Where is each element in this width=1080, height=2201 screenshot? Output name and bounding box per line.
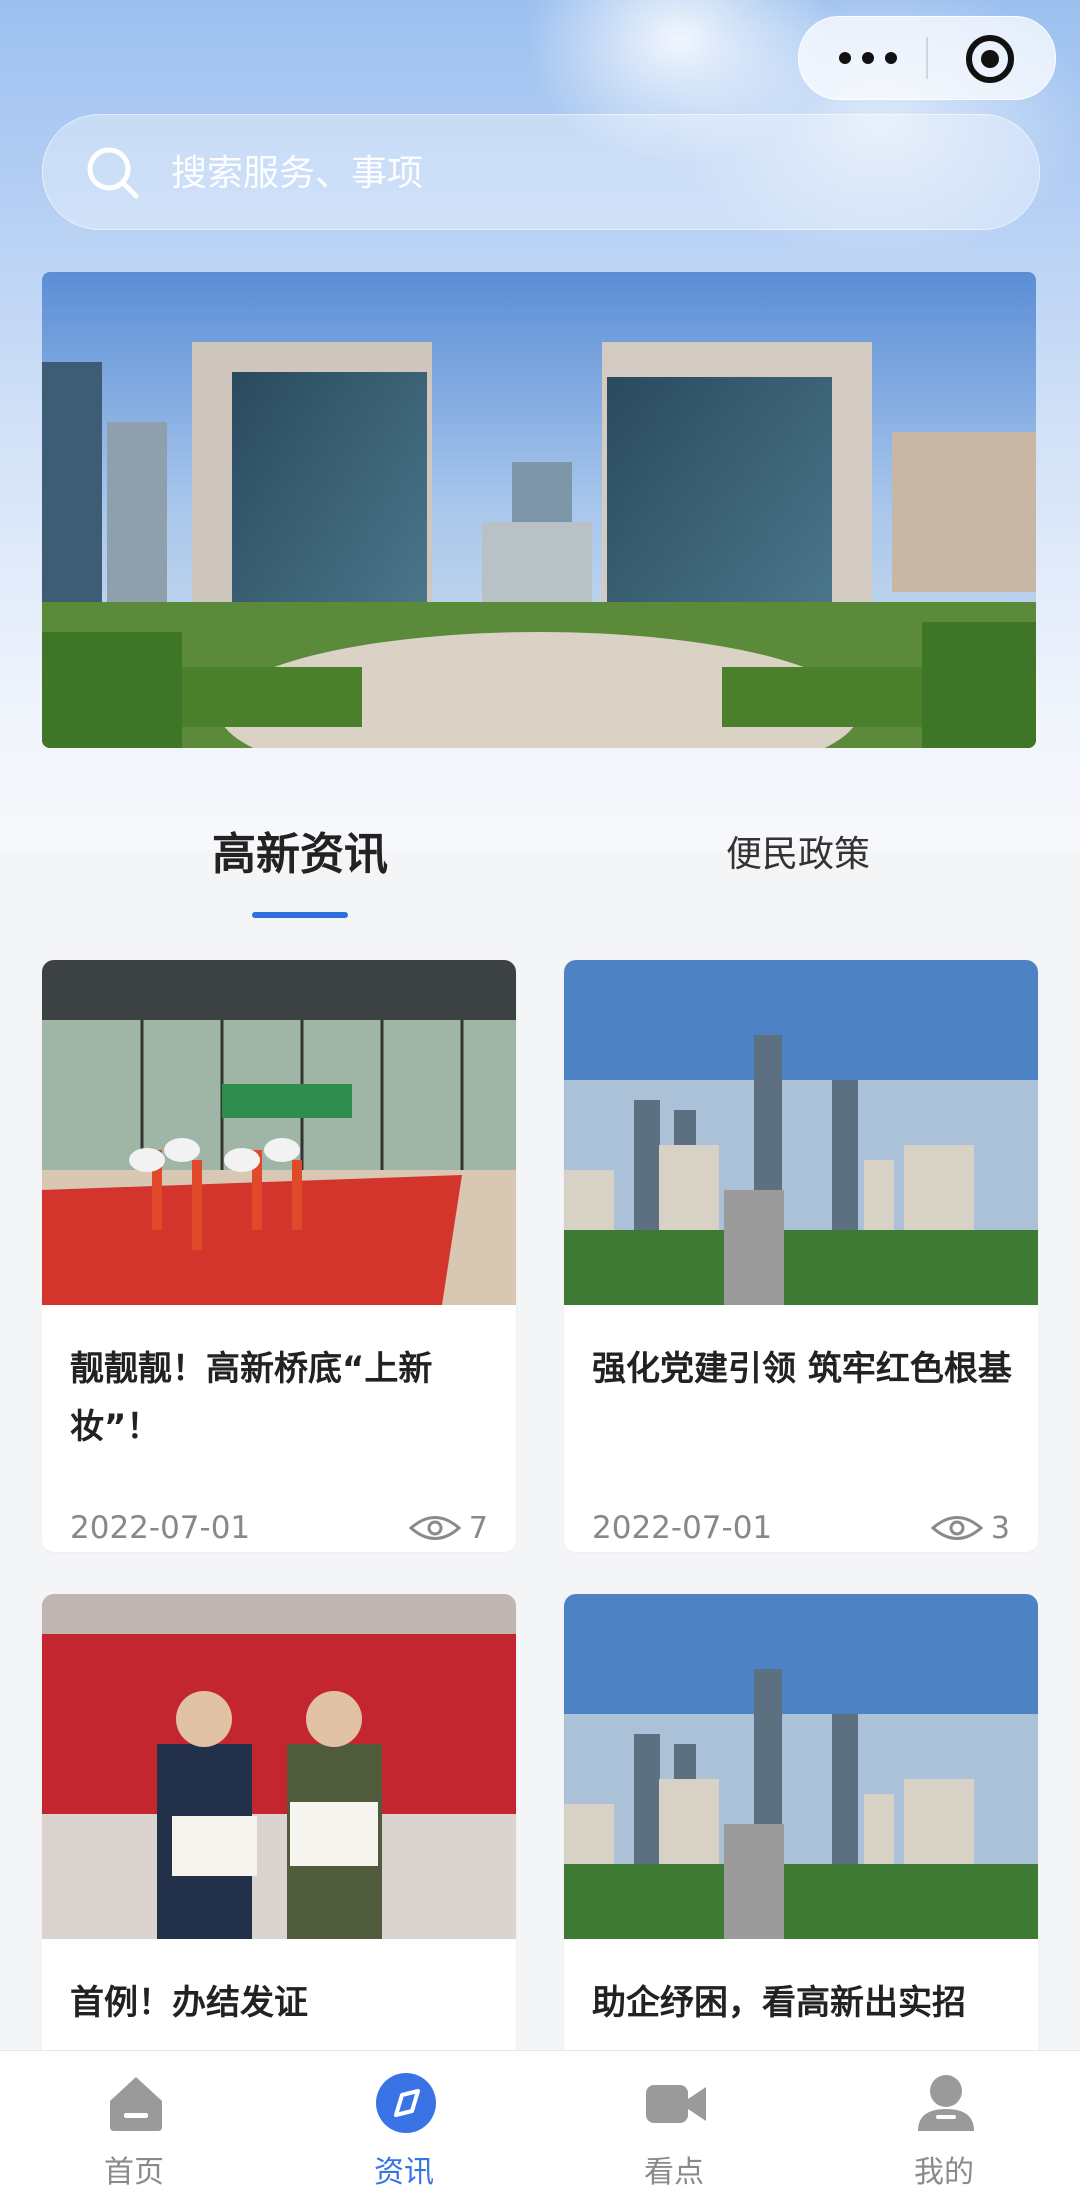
news-card-views: 3 xyxy=(930,1508,1010,1548)
news-card-image xyxy=(42,1594,516,1939)
view-count: 3 xyxy=(990,1510,1010,1546)
bottom-navigation: 首页 资讯 看点 我的 xyxy=(0,2050,1080,2201)
user-icon xyxy=(918,2075,974,2131)
news-card-date: 2022-07-01 xyxy=(70,1510,251,1546)
video-camera-icon xyxy=(646,2085,706,2123)
eye-icon xyxy=(930,1516,983,1540)
view-count: 7 xyxy=(468,1510,488,1546)
capsule-divider xyxy=(926,37,928,79)
search-bar[interactable] xyxy=(42,114,1040,230)
news-card[interactable]: 强化党建引领 筑牢红色根基 2022-07-01 3 xyxy=(564,960,1038,1552)
news-card-title: 首例！办结发证 xyxy=(70,1983,308,2023)
nav-label: 资讯 xyxy=(374,2155,434,2190)
nav-highlights[interactable]: 看点 xyxy=(594,2051,754,2201)
nav-home[interactable]: 首页 xyxy=(54,2051,214,2201)
home-icon xyxy=(110,2077,162,2131)
news-compass-icon xyxy=(376,2073,436,2133)
news-card-image xyxy=(42,960,516,1305)
nav-label: 我的 xyxy=(914,2155,974,2190)
news-card-title: 靓靓靓！高新桥底“上新妆”！ xyxy=(70,1349,433,1447)
nav-news[interactable]: 资讯 xyxy=(324,2051,484,2201)
nav-label: 首页 xyxy=(104,2155,164,2190)
banner-image[interactable] xyxy=(42,272,1036,748)
eye-icon xyxy=(408,1516,461,1540)
miniprogram-capsule xyxy=(798,16,1056,100)
search-icon xyxy=(87,147,139,199)
tab-policy[interactable]: 便民政策 xyxy=(648,820,948,900)
news-card-title: 强化党建引领 筑牢红色根基 xyxy=(592,1349,1012,1389)
tab-bar: 高新资讯 便民政策 xyxy=(0,820,1080,920)
news-card[interactable]: 靓靓靓！高新桥底“上新妆”！ 2022-07-01 7 xyxy=(42,960,516,1552)
news-card-views: 7 xyxy=(408,1508,488,1548)
news-card-title: 助企纾困，看高新出实招 xyxy=(592,1983,966,2023)
nav-label: 看点 xyxy=(644,2155,704,2190)
news-card-date: 2022-07-01 xyxy=(592,1510,773,1546)
tab-news[interactable]: 高新资讯 xyxy=(150,820,450,900)
tab-active-indicator xyxy=(252,912,348,918)
close-target-icon[interactable] xyxy=(964,33,1016,85)
building-photo xyxy=(42,272,1036,748)
news-card-image xyxy=(564,1594,1038,1939)
news-card-image xyxy=(564,960,1038,1305)
more-icon[interactable] xyxy=(833,39,903,77)
nav-mine[interactable]: 我的 xyxy=(864,2051,1024,2201)
search-input[interactable] xyxy=(169,141,993,205)
